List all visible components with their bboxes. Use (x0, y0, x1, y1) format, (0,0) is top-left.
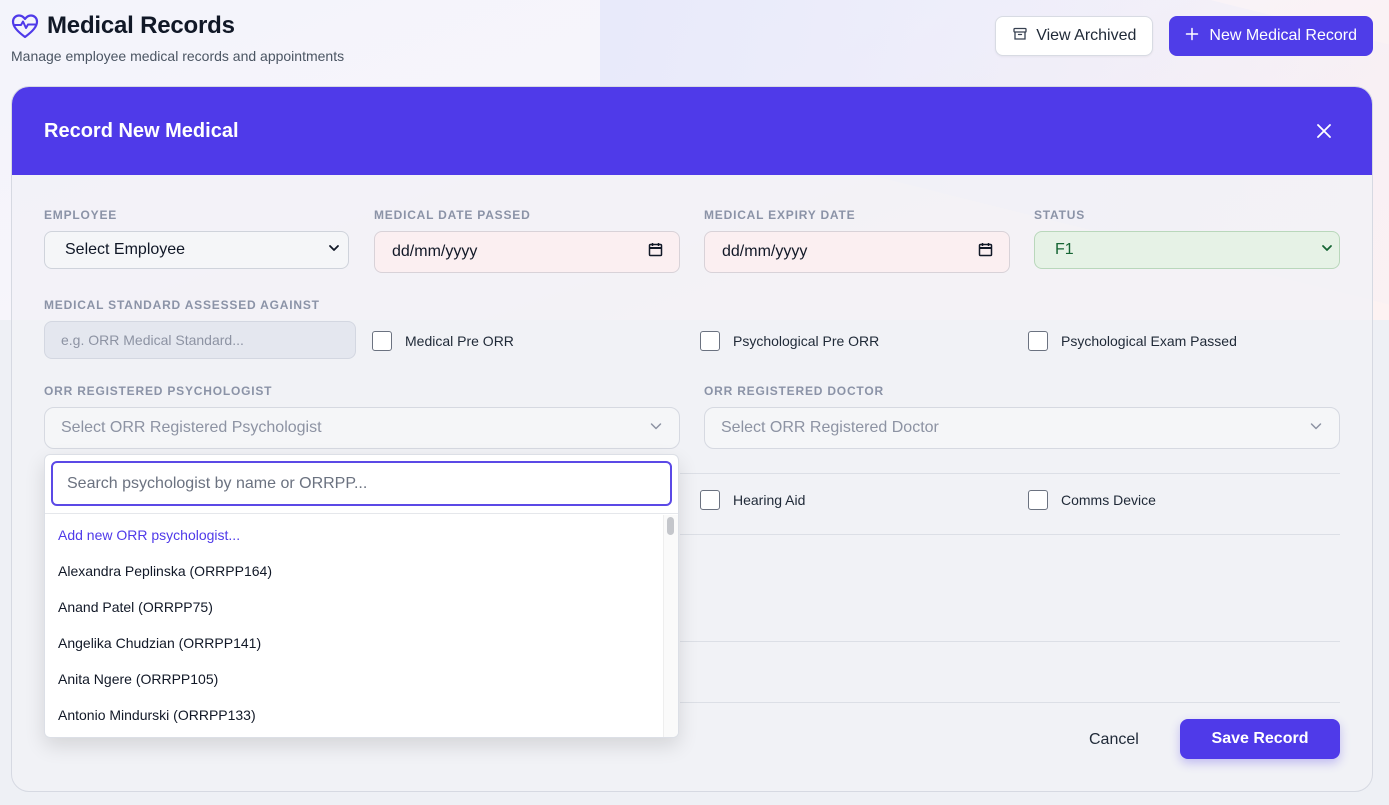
psychologist-option[interactable]: Antonio Mindurski (ORRPP133) (45, 697, 665, 733)
new-medical-record-label: New Medical Record (1209, 27, 1357, 44)
date-passed-input[interactable]: dd/mm/yyyy (374, 231, 680, 273)
dropdown-scrollbar[interactable] (663, 515, 678, 737)
status-label: Status (1034, 208, 1086, 222)
date-passed-label: Medical Date Passed (374, 208, 531, 222)
archive-icon (1012, 26, 1028, 47)
cancel-button[interactable]: Cancel (1089, 731, 1139, 749)
hearing-aid-checkbox[interactable]: Hearing Aid (700, 490, 805, 510)
psychologist-search-input[interactable]: Search psychologist by name or ORRPP... (51, 461, 672, 506)
psychologist-search-placeholder: Search psychologist by name or ORRPP... (67, 474, 368, 492)
view-archived-button[interactable]: View Archived (995, 16, 1154, 56)
section-divider (680, 534, 1340, 535)
psychological-pre-orr-checkbox[interactable]: Psychological Pre ORR (700, 331, 879, 351)
expiry-date-input[interactable]: dd/mm/yyyy (704, 231, 1010, 273)
employee-label: Employee (44, 208, 118, 222)
page-header: Medical Records Manage employee medical … (11, 12, 344, 64)
checkbox-box[interactable] (372, 331, 392, 351)
hearing-aid-label: Hearing Aid (733, 492, 806, 508)
medical-standard-input[interactable]: e.g. ORR Medical Standard... (44, 321, 356, 359)
checkbox-box[interactable] (700, 331, 720, 351)
modal-title: Record New Medical (44, 119, 239, 142)
psychologist-combobox[interactable]: Select ORR Registered Psychologist (44, 407, 680, 449)
scrollbar-thumb[interactable] (667, 517, 674, 535)
close-icon[interactable] (1312, 119, 1336, 143)
section-divider (680, 641, 1340, 642)
footer-divider (680, 702, 1340, 703)
new-medical-record-button[interactable]: New Medical Record (1169, 16, 1373, 56)
medical-standard-placeholder: e.g. ORR Medical Standard... (61, 332, 244, 348)
psychologist-dropdown: Search psychologist by name or ORRPP... … (44, 454, 679, 738)
psychological-exam-passed-checkbox[interactable]: Psychological Exam Passed (1028, 331, 1237, 351)
employee-select-value: Select Employee (65, 241, 186, 258)
date-passed-value: dd/mm/yyyy (392, 243, 478, 260)
psychological-pre-orr-label: Psychological Pre ORR (733, 333, 880, 349)
psychologist-placeholder: Select ORR Registered Psychologist (61, 419, 322, 436)
psychological-exam-passed-label: Psychological Exam Passed (1061, 333, 1237, 349)
checkbox-box[interactable] (1028, 490, 1048, 510)
calendar-icon[interactable] (978, 242, 993, 262)
plus-icon (1185, 27, 1199, 46)
psychologist-option[interactable]: Anand Patel (ORRPP75) (45, 589, 665, 625)
checkbox-box[interactable] (1028, 331, 1048, 351)
medical-standard-label: Medical Standard Assessed Against (44, 298, 320, 312)
comms-device-checkbox[interactable]: Comms Device (1028, 490, 1156, 510)
medical-pre-orr-label: Medical Pre ORR (405, 333, 514, 349)
doctor-placeholder: Select ORR Registered Doctor (721, 419, 939, 436)
psychologist-option[interactable]: Alexandra Peplinska (ORRPP164) (45, 553, 665, 589)
psychologist-option[interactable]: Anita Ngere (ORRPP105) (45, 661, 665, 697)
psychologist-option[interactable]: Angelika Chudzian (ORRPP141) (45, 625, 665, 661)
status-select[interactable]: F1 (1034, 231, 1340, 269)
section-divider (680, 473, 1340, 474)
chevron-down-icon (1309, 419, 1323, 438)
add-new-psychologist-option[interactable]: Add new ORR psychologist... (45, 517, 665, 553)
employee-select[interactable]: Select Employee (44, 231, 349, 269)
doctor-combobox[interactable]: Select ORR Registered Doctor (704, 407, 1340, 449)
chevron-down-icon (649, 419, 663, 438)
status-select-value: F1 (1055, 241, 1074, 258)
expiry-date-value: dd/mm/yyyy (722, 243, 808, 260)
psychologist-options-list: Add new ORR psychologist... Alexandra Pe… (45, 515, 665, 733)
medical-pre-orr-checkbox[interactable]: Medical Pre ORR (372, 331, 514, 351)
header-actions: View Archived New Medical Record (995, 16, 1373, 56)
doctor-label: ORR Registered Doctor (704, 384, 884, 398)
chevron-down-icon (328, 241, 340, 259)
modal-header: Record New Medical (12, 87, 1372, 175)
page-title: Medical Records (47, 12, 235, 39)
heart-pulse-icon (11, 13, 39, 39)
calendar-icon[interactable] (648, 242, 663, 262)
chevron-down-icon (1321, 241, 1333, 259)
expiry-date-label: Medical Expiry Date (704, 208, 856, 222)
comms-device-label: Comms Device (1061, 492, 1156, 508)
checkbox-box[interactable] (700, 490, 720, 510)
psychologist-label: ORR Registered Psychologist (44, 384, 273, 398)
view-archived-label: View Archived (1036, 27, 1137, 44)
save-record-button[interactable]: Save Record (1180, 719, 1340, 759)
page-subtitle: Manage employee medical records and appo… (11, 48, 345, 64)
dropdown-search-wrap: Search psychologist by name or ORRPP... (45, 455, 678, 514)
